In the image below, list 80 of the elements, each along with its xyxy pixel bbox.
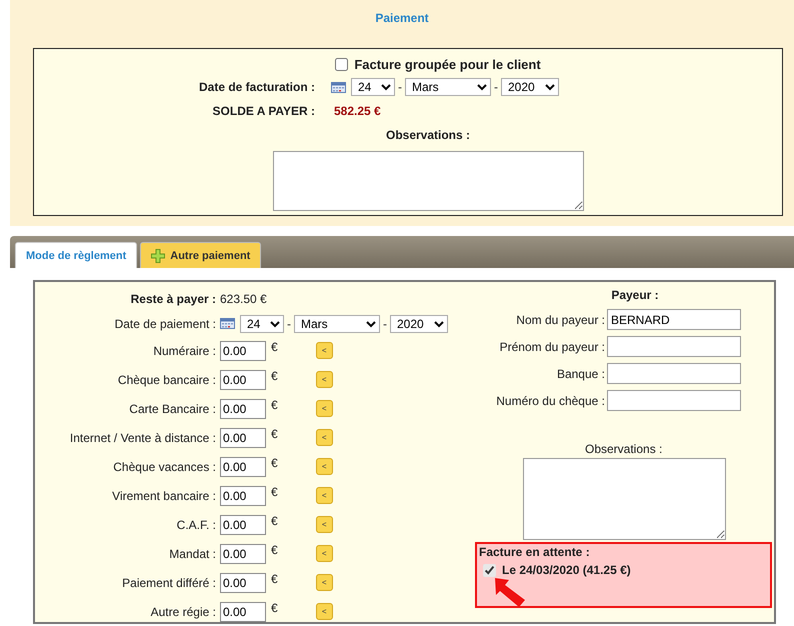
day-select[interactable]: 24 <box>351 78 395 96</box>
amount-field[interactable]: 0.00 <box>220 514 266 534</box>
year-select[interactable]: 2020 <box>501 78 559 96</box>
method-label: Virement bancaire : <box>111 488 217 502</box>
fill-button[interactable]: < <box>316 603 333 620</box>
fill-button[interactable]: < <box>316 545 333 562</box>
amount-field[interactable]: 0.00 <box>220 486 266 506</box>
method-label: C.A.F. : <box>176 518 217 532</box>
panel-title: Paiement <box>374 11 430 25</box>
pending-title: Facture en attente : <box>479 545 591 559</box>
tab[interactable]: Autre paiement <box>140 242 262 268</box>
method-label: Numéraire : <box>152 344 217 358</box>
payer-field[interactable] <box>607 363 741 384</box>
amount-field[interactable]: 0.00 <box>220 602 266 622</box>
grouped-checkbox[interactable] <box>335 58 348 71</box>
amount-field[interactable]: 0.00 <box>220 428 266 448</box>
invoice-date-label: Date de facturation : <box>198 80 316 94</box>
currency-sign: € <box>271 572 278 586</box>
tab[interactable]: Mode de règlement <box>15 242 138 268</box>
fill-button[interactable]: < <box>316 516 333 533</box>
grouped-label: Facture groupée pour le client <box>354 57 541 72</box>
pending-invoice-label: Le 24/03/2020 (41.25 €) <box>502 563 631 577</box>
fill-button[interactable]: < <box>316 487 333 504</box>
observations-field[interactable] <box>523 458 726 540</box>
method-label: Autre régie : <box>150 604 217 618</box>
date-separator: - <box>494 80 498 94</box>
year-select[interactable]: 2020 <box>390 314 448 332</box>
date-separator: - <box>287 316 291 330</box>
currency-sign: € <box>271 514 278 528</box>
amount-field[interactable]: 0.00 <box>220 456 266 476</box>
month-select[interactable]: Mars <box>405 78 491 96</box>
amount-field[interactable]: 0.00 <box>220 340 266 360</box>
currency-sign: € <box>271 427 278 441</box>
plus-icon <box>151 248 166 262</box>
payer-field[interactable] <box>607 390 741 411</box>
amount-field[interactable]: 0.00 <box>220 572 266 592</box>
method-label: Internet / Vente à distance : <box>68 430 217 444</box>
fill-button[interactable]: < <box>316 371 333 388</box>
amount-field[interactable]: 0.00 <box>220 544 266 564</box>
currency-sign: € <box>271 369 278 383</box>
fill-button[interactable]: < <box>316 342 333 359</box>
payer-field-label: Prénom du payeur : <box>498 340 606 354</box>
observations-label: Observations : <box>585 442 664 456</box>
method-label: Paiement différé : <box>121 576 217 590</box>
payer-field[interactable] <box>607 336 741 357</box>
currency-sign: € <box>271 398 278 412</box>
observations-label: Observations : <box>386 128 470 142</box>
fill-button[interactable]: < <box>316 429 333 446</box>
method-label: Mandat : <box>168 546 217 560</box>
fill-button[interactable]: < <box>316 400 333 417</box>
currency-sign: € <box>271 601 278 615</box>
calendar-icon[interactable] <box>331 82 346 92</box>
day-select[interactable]: 24 <box>240 314 284 332</box>
observations-field[interactable] <box>272 151 584 211</box>
currency-sign: € <box>271 456 278 470</box>
month-select[interactable]: Mars <box>294 314 380 332</box>
remaining-amount: 623.50 € <box>220 292 267 306</box>
fill-button[interactable]: < <box>316 458 333 475</box>
method-label: Chèque bancaire : <box>116 372 217 386</box>
currency-sign: € <box>271 340 278 354</box>
pending-checkbox[interactable] <box>483 564 496 576</box>
balance-label: SOLDE A PAYER : <box>212 104 316 118</box>
amount-field[interactable]: 0.00 <box>220 370 266 390</box>
payment-date-label: Date de paiement : <box>114 316 217 330</box>
amount-field[interactable]: 0.00 <box>220 398 266 418</box>
currency-sign: € <box>271 543 278 557</box>
remaining-label: Reste à payer : <box>130 292 216 306</box>
date-separator: - <box>383 316 387 330</box>
payer-field[interactable]: BERNARD <box>607 309 741 330</box>
payer-field-label: Nom du payeur : <box>515 312 606 326</box>
balance-amount: 582.25 € <box>334 104 381 118</box>
calendar-icon[interactable] <box>220 318 235 329</box>
method-label: Carte Bancaire : <box>128 402 217 416</box>
date-separator: - <box>398 80 402 94</box>
fill-button[interactable]: < <box>316 574 333 591</box>
payer-field-label: Banque : <box>556 366 606 380</box>
payer-field-label: Numéro du chèque : <box>495 394 606 408</box>
method-label: Chèque vacances : <box>112 460 217 474</box>
payer-title: Payeur : <box>610 287 660 304</box>
currency-sign: € <box>271 485 278 499</box>
